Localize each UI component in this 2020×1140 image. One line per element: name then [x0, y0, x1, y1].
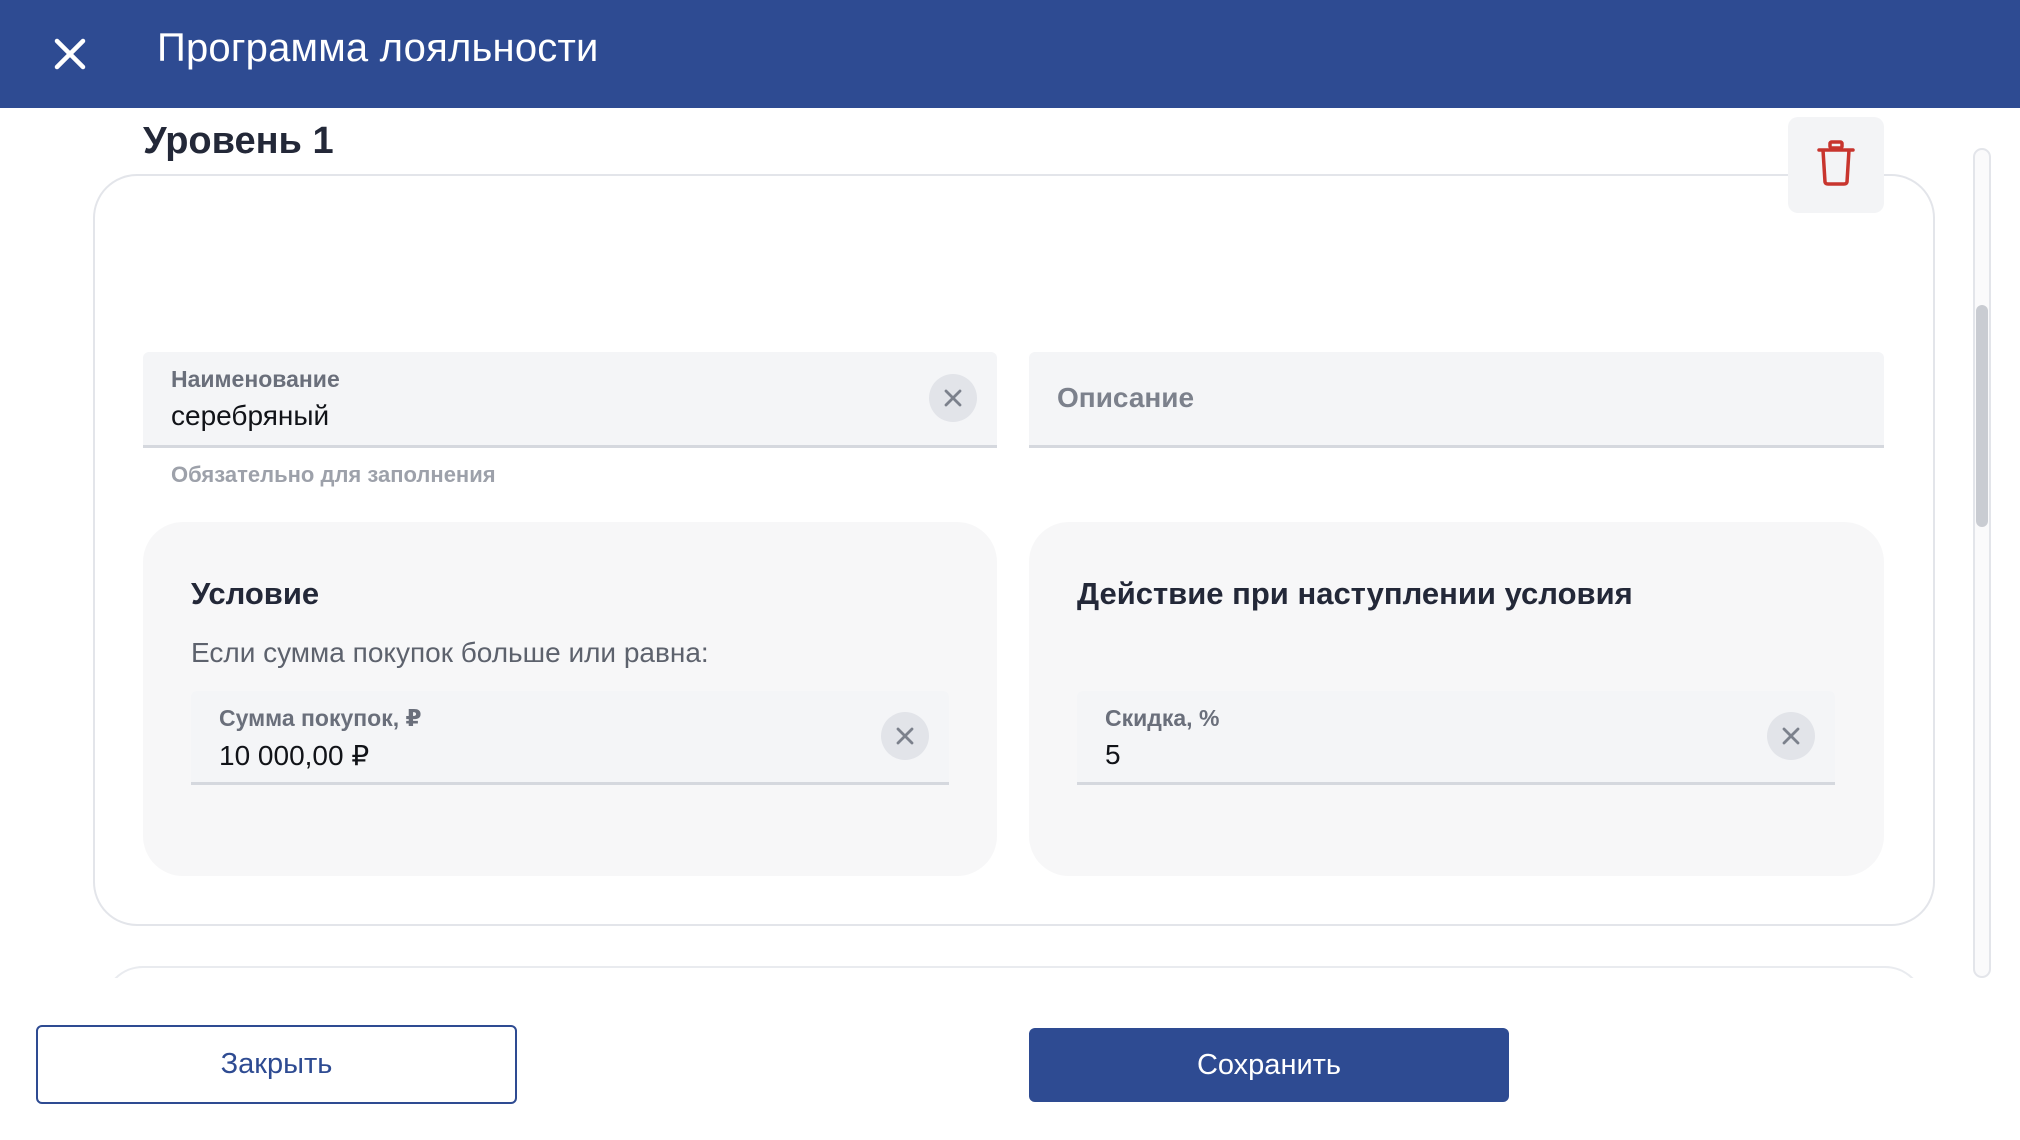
save-button[interactable]: Сохранить [1029, 1028, 1509, 1102]
clear-name-button[interactable] [929, 374, 977, 422]
delete-level-button[interactable] [1788, 117, 1884, 213]
condition-title: Условие [191, 576, 320, 611]
clear-purchase-sum-button[interactable] [881, 712, 929, 760]
discount-field[interactable]: Скидка, % 5 [1077, 691, 1835, 785]
page-title: Программа лояльности [157, 26, 599, 70]
action-title: Действие при наступлении условия [1077, 576, 1633, 611]
condition-panel: Условие Если сумма покупок больше или ра… [143, 522, 997, 876]
scrollbar-thumb[interactable] [1976, 305, 1988, 527]
clear-discount-button[interactable] [1767, 712, 1815, 760]
level-title: Уровень 1 [143, 120, 334, 162]
description-field-placeholder: Описание [1057, 382, 1195, 413]
purchase-sum-label: Сумма покупок, ₽ [219, 705, 422, 731]
name-field-label: Наименование [171, 366, 340, 392]
scrollbar-track[interactable] [1973, 148, 1991, 978]
action-panel: Действие при наступлении условия Скидка,… [1029, 522, 1884, 876]
next-level-card [103, 966, 1925, 978]
trash-icon [1815, 139, 1857, 191]
purchase-sum-field[interactable]: Сумма покупок, ₽ 10 000,00 ₽ [191, 691, 949, 785]
name-field[interactable]: Наименование серебряный [143, 352, 997, 448]
name-field-hint: Обязательно для заполнения [171, 462, 496, 487]
purchase-sum-value: 10 000,00 ₽ [219, 740, 370, 771]
name-field-value: серебряный [171, 400, 330, 431]
discount-label: Скидка, % [1105, 705, 1220, 731]
discount-value: 5 [1105, 739, 1121, 770]
condition-text: Если сумма покупок больше или равна: [191, 637, 709, 668]
description-field[interactable]: Описание [1029, 352, 1884, 448]
close-button[interactable]: Закрыть [36, 1025, 517, 1104]
close-icon[interactable] [48, 32, 92, 76]
app-header: Программа лояльности [0, 0, 2020, 108]
